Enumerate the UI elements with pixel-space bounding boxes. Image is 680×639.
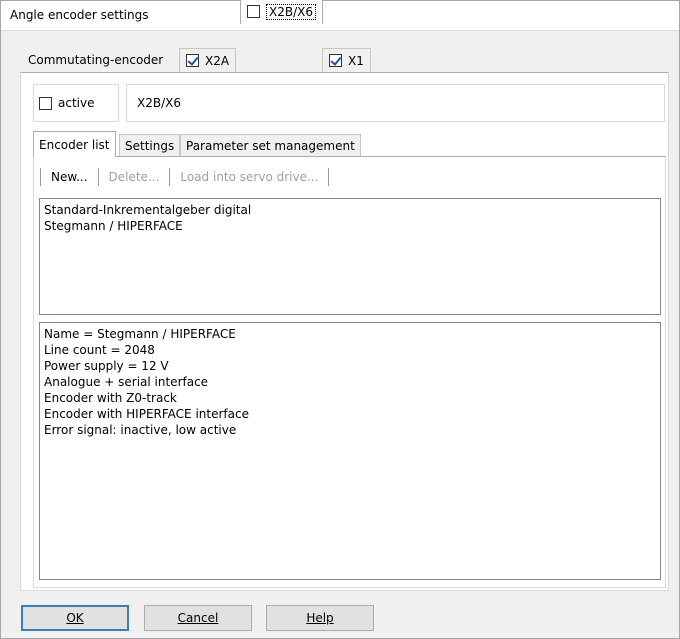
tab-x2b-x6-label: X2B/X6	[266, 3, 316, 20]
new-button[interactable]: New...	[49, 170, 90, 184]
toolbar-separator	[40, 168, 41, 186]
cancel-button-label: Cancel	[177, 611, 219, 625]
selected-encoder-text: X2B/X6	[137, 96, 181, 110]
selected-encoder-field: X2B/X6	[126, 84, 665, 122]
window-title: Angle encoder settings	[10, 8, 149, 22]
toolbar-separator	[328, 168, 330, 186]
tab-x1-label: X1	[348, 53, 364, 68]
help-button-label: Help	[306, 611, 334, 625]
commutating-encoder-text: Commutating-encoder	[28, 53, 164, 67]
detail-line: Analogue + serial interface	[44, 375, 209, 389]
tab-x2a[interactable]: X2A	[179, 48, 237, 72]
x2b-x6-checkbox[interactable]	[247, 5, 260, 18]
detail-line: Error signal: inactive, low active	[44, 423, 237, 437]
tab-settings[interactable]: Settings	[119, 134, 181, 156]
list-item[interactable]: Standard-Inkrementalgeber digital	[44, 202, 656, 218]
cancel-button[interactable]: Cancel	[144, 605, 252, 631]
encoder-listbox[interactable]: Standard-Inkrementalgeber digital Stegma…	[39, 198, 661, 315]
tab-parameter-set-management-label: Parameter set management	[186, 138, 355, 153]
ok-button-label: OK	[66, 611, 84, 625]
help-button[interactable]: Help	[266, 605, 374, 631]
x2a-checkbox[interactable]	[186, 54, 199, 67]
active-label: active	[58, 96, 95, 110]
x1-checkbox[interactable]	[329, 54, 342, 67]
toolbar-separator	[169, 168, 171, 186]
tab-x1[interactable]: X1	[322, 48, 371, 72]
title-bar[interactable]: Angle encoder settings	[1, 1, 679, 31]
encoder-details-box: Name = Stegmann / HIPERFACE Line count =…	[39, 322, 661, 580]
detail-line: Encoder with Z0-track	[44, 391, 177, 405]
detail-line: Line count = 2048	[44, 343, 155, 357]
detail-line: Encoder with HIPERFACE interface	[44, 407, 249, 421]
tab-encoder-list[interactable]: Encoder list	[33, 131, 116, 157]
encoder-toolbar: New... Delete... Load into servo drive..…	[40, 166, 337, 188]
detail-line: Name = Stegmann / HIPERFACE	[44, 327, 236, 341]
tab-settings-label: Settings	[125, 138, 175, 153]
delete-button[interactable]: Delete...	[107, 170, 162, 184]
detail-line: Power supply = 12 V	[44, 359, 169, 373]
toolbar-separator	[97, 168, 99, 186]
load-into-servo-drive-button[interactable]: Load into servo drive...	[178, 170, 320, 184]
tab-encoder-list-label: Encoder list	[39, 137, 110, 152]
list-item[interactable]: Stegmann / HIPERFACE	[44, 218, 656, 234]
tab-parameter-set-management[interactable]: Parameter set management	[180, 134, 361, 156]
tab-x2a-label: X2A	[205, 53, 230, 68]
active-checkbox-group[interactable]: active	[33, 84, 119, 122]
ok-button[interactable]: OK	[21, 605, 129, 631]
active-checkbox[interactable]	[39, 96, 52, 110]
commutating-encoder-label: Commutating-encoder	[20, 48, 169, 72]
tab-x2b-x6[interactable]: X2B/X6	[240, 0, 323, 24]
